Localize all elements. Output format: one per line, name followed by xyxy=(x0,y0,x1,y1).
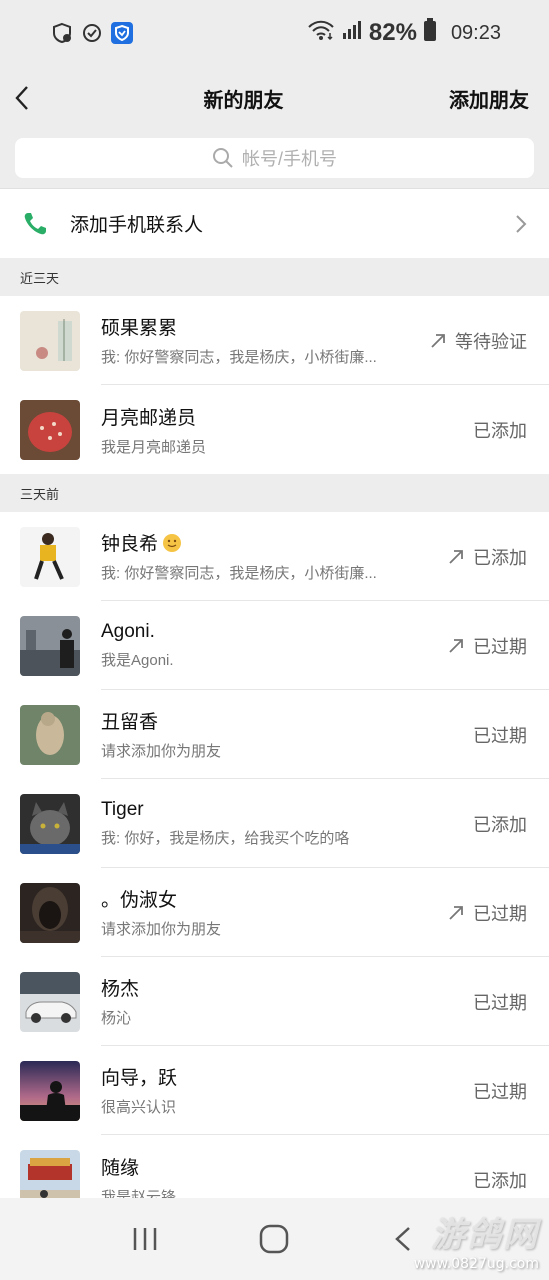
shield-check-icon xyxy=(50,21,74,45)
avatar xyxy=(20,1060,80,1121)
search-icon xyxy=(212,148,233,168)
friend-message: 请求添加你为朋友 xyxy=(101,743,222,760)
friend-status: 已过期 xyxy=(473,903,527,924)
list-item[interactable]: Agoni. 我是Agoni. 已过期 xyxy=(0,601,549,690)
friend-list: 钟良希 我: 你好警察同志，我是杨庆，小桥街廉... 已添加 Agoni. 我是… xyxy=(0,512,549,1224)
vpn-icon xyxy=(80,21,104,45)
smiley-emoji-icon xyxy=(163,533,182,552)
friend-message: 很高兴认识 xyxy=(101,1099,177,1116)
watermark-url: www.0827ug.com xyxy=(413,1256,539,1272)
home-icon xyxy=(260,1224,289,1254)
recent-apps-button[interactable] xyxy=(125,1219,165,1259)
avatar xyxy=(20,882,80,943)
list-item[interactable]: 杨杰 杨沁 已过期 xyxy=(0,957,549,1046)
avatar xyxy=(20,615,80,676)
list-item[interactable]: 硕果累累 我: 你好警察同志，我是杨庆，小桥街廉... 等待验证 xyxy=(0,296,549,385)
wifi-icon xyxy=(307,19,335,47)
friend-list: 硕果累累 我: 你好警察同志，我是杨庆，小桥街廉... 等待验证 月亮邮递员 我… xyxy=(0,296,549,474)
list-item[interactable]: 钟良希 我: 你好警察同志，我是杨庆，小桥街廉... 已添加 xyxy=(0,512,549,601)
list-item[interactable]: 月亮邮递员 我是月亮邮递员 已添加 xyxy=(0,385,549,474)
friend-message: 我: 你好警察同志，我是杨庆，小桥街廉... xyxy=(101,349,377,366)
battery-percent: 82% xyxy=(368,19,417,46)
friend-message: 我是月亮邮递员 xyxy=(101,438,207,456)
recent-apps-icon xyxy=(133,1228,157,1250)
home-button[interactable] xyxy=(254,1219,294,1259)
list-item[interactable]: 。伪淑女 请求添加你为朋友 已过期 xyxy=(0,868,549,957)
avatar xyxy=(20,310,80,371)
search-placeholder: 帐号/手机号 xyxy=(241,149,337,169)
friend-status: 已过期 xyxy=(473,636,527,657)
friend-message: 我: 你好警察同志，我是杨庆，小桥街廉... xyxy=(101,565,377,582)
chevron-right-icon xyxy=(516,214,527,233)
watermark-logo: 游鸽网 xyxy=(431,1215,539,1255)
phone-icon xyxy=(24,212,46,234)
title-bar: 新的朋友 添加朋友 xyxy=(0,66,549,130)
security-app-icon xyxy=(110,21,134,45)
avatar xyxy=(20,704,80,765)
section-header: 三天前 xyxy=(0,474,549,512)
friend-status: 已添加 xyxy=(473,420,527,441)
arrow-up-right-icon xyxy=(449,905,463,920)
list-item[interactable]: Tiger 我: 你好，我是杨庆，给我买个吃的咯 已添加 xyxy=(0,779,549,868)
add-phone-contacts-row[interactable]: 添加手机联系人 xyxy=(0,188,549,258)
list-item[interactable]: 丑留香 请求添加你为朋友 已过期 xyxy=(0,690,549,779)
avatar xyxy=(20,526,80,587)
page-title: 新的朋友 xyxy=(203,89,284,112)
list-item[interactable]: 向导，跃 很高兴认识 已过期 xyxy=(0,1046,549,1135)
arrow-up-right-icon xyxy=(449,549,463,564)
avatar xyxy=(20,971,80,1032)
arrow-up-right-icon xyxy=(431,333,445,348)
add-friend-button[interactable]: 添加朋友 xyxy=(449,84,529,113)
friend-status: 已过期 xyxy=(473,992,527,1013)
chevron-left-icon xyxy=(15,86,28,110)
battery-icon xyxy=(423,18,437,48)
friend-status: 已过期 xyxy=(473,1081,527,1102)
friend-message: 我是Agoni. xyxy=(101,651,174,669)
friend-status: 已添加 xyxy=(473,1170,527,1191)
friend-status: 已添加 xyxy=(473,547,527,568)
avatar xyxy=(20,399,80,460)
clock: 09:23 xyxy=(450,21,501,44)
friend-message: 杨沁 xyxy=(101,1010,132,1027)
friend-status: 已过期 xyxy=(473,725,527,746)
section-header: 近三天 xyxy=(0,258,549,296)
watermark: 游鸽网 www.0827ug.com xyxy=(414,1207,539,1272)
friend-status: 等待验证 xyxy=(455,331,527,352)
back-button[interactable] xyxy=(14,83,38,113)
friend-status: 已添加 xyxy=(473,814,527,835)
avatar xyxy=(20,793,80,854)
friend-message: 请求添加你为朋友 xyxy=(101,921,222,938)
friend-message: 我: 你好，我是杨庆，给我买个吃的咯 xyxy=(101,829,350,847)
status-bar: 82% 09:23 xyxy=(0,0,549,66)
signal-icon xyxy=(341,19,363,47)
friend-name: 钟良希 xyxy=(101,534,159,555)
search-input[interactable]: 帐号/手机号 xyxy=(15,138,534,178)
arrow-up-right-icon xyxy=(449,638,463,653)
add-phone-contacts-label: 添加手机联系人 xyxy=(70,215,204,236)
